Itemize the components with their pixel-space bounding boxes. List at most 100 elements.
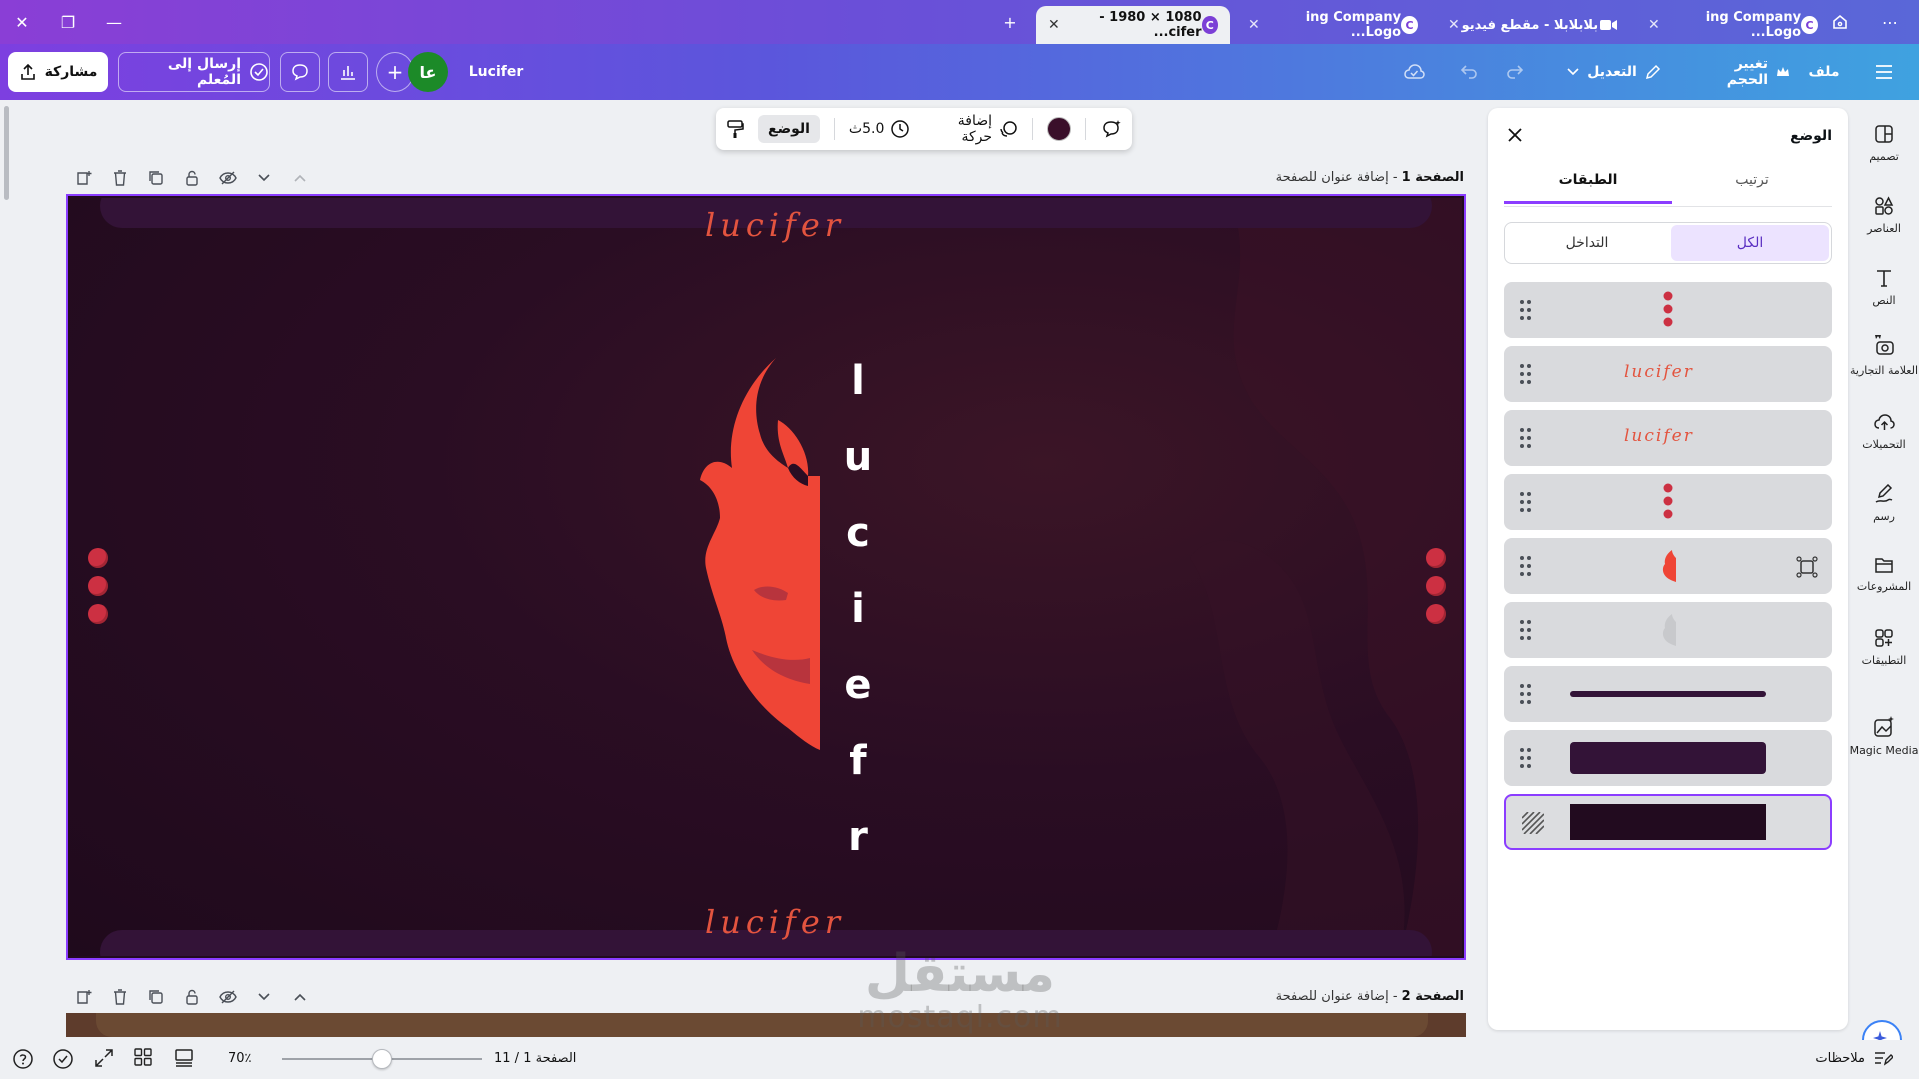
- browser-tab[interactable]: بلابلابلا - مقطع فيديو ✕: [1436, 6, 1630, 44]
- position-button[interactable]: الوضع: [758, 115, 820, 143]
- zoom-level[interactable]: 70٪: [228, 1051, 252, 1066]
- tab-close-icon[interactable]: ✕: [1048, 17, 1060, 33]
- layer-item-background-selected[interactable]: [1504, 794, 1832, 850]
- drag-handle-icon[interactable]: [1520, 556, 1532, 576]
- hamburger-icon[interactable]: [1868, 52, 1900, 92]
- duplicate-icon[interactable]: [146, 987, 166, 1007]
- tab-title: 1080 × 1980 - cifer...: [1099, 10, 1202, 40]
- insights-button[interactable]: [328, 52, 368, 92]
- home-icon[interactable]: [1828, 10, 1852, 34]
- undo-icon[interactable]: [1454, 52, 1484, 92]
- chevron-up-icon[interactable]: [290, 168, 310, 188]
- cloud-saved-icon[interactable]: [1396, 52, 1432, 92]
- layer-item[interactable]: [1504, 602, 1832, 658]
- rail-design[interactable]: تصميم: [1849, 124, 1919, 163]
- drag-handle-icon[interactable]: [1520, 364, 1532, 384]
- rail-text[interactable]: النص: [1849, 268, 1919, 307]
- add-note-icon[interactable]: [74, 168, 94, 188]
- design-title[interactable]: Lucifer: [466, 52, 526, 92]
- tab-layers[interactable]: الطبقات: [1504, 172, 1672, 204]
- decor-dot: [1426, 576, 1446, 596]
- animate-button[interactable]: إضافة حركة: [924, 113, 1018, 145]
- duration-button[interactable]: 5.0ث: [849, 119, 910, 139]
- layer-item[interactable]: lucifer: [1504, 410, 1832, 466]
- more-icon[interactable]: ⋯: [1878, 10, 1902, 34]
- page-view-icon[interactable]: [174, 1048, 196, 1070]
- file-menu-button[interactable]: ملف: [1802, 52, 1846, 92]
- page-2-canvas-preview[interactable]: [66, 1013, 1466, 1037]
- drag-handle-icon[interactable]: [1520, 620, 1532, 640]
- hide-icon[interactable]: [218, 987, 238, 1007]
- rail-magic-media[interactable]: Magic Media: [1849, 716, 1919, 757]
- drag-handle-icon[interactable]: [1520, 428, 1532, 448]
- paint-roller-icon[interactable]: [726, 119, 744, 139]
- tab-close-icon[interactable]: ✕: [1448, 17, 1460, 33]
- avatar[interactable]: عا: [408, 52, 448, 92]
- color-swatch[interactable]: [1047, 117, 1072, 141]
- fullscreen-icon[interactable]: [94, 1048, 116, 1070]
- hide-icon[interactable]: [218, 168, 238, 188]
- lock-icon[interactable]: [182, 987, 202, 1007]
- new-tab-button[interactable]: +: [998, 10, 1022, 34]
- page-indicator[interactable]: الصفحة 1 / 11: [494, 1051, 576, 1066]
- trash-icon[interactable]: [110, 168, 130, 188]
- window-close-icon[interactable]: ✕: [10, 10, 34, 34]
- redo-icon[interactable]: [1500, 52, 1530, 92]
- drag-handle-icon[interactable]: [1520, 300, 1532, 320]
- layer-item[interactable]: lucifer: [1504, 346, 1832, 402]
- add-note-icon[interactable]: [74, 987, 94, 1007]
- share-button[interactable]: مشاركة: [8, 52, 108, 92]
- trash-icon[interactable]: [110, 987, 130, 1007]
- layer-item[interactable]: [1504, 538, 1832, 594]
- grid-view-icon[interactable]: [134, 1048, 156, 1070]
- chevron-down-icon[interactable]: [254, 168, 274, 188]
- duplicate-icon[interactable]: [146, 168, 166, 188]
- decor-dot: [88, 576, 108, 596]
- edit-menu-button[interactable]: التعديل: [1560, 52, 1668, 92]
- chevron-down-icon[interactable]: [254, 987, 274, 1007]
- browser-tab-active[interactable]: C 1080 × 1980 - cifer... ✕: [1036, 6, 1230, 44]
- group-icon[interactable]: [1796, 556, 1818, 578]
- chevron-up-icon[interactable]: [290, 987, 310, 1007]
- close-icon[interactable]: [1506, 126, 1528, 148]
- rail-apps[interactable]: التطبيقات: [1849, 628, 1919, 667]
- drag-handle-icon[interactable]: [1520, 684, 1532, 704]
- comment-button[interactable]: [280, 52, 320, 92]
- layer-item[interactable]: [1504, 282, 1832, 338]
- filter-overlap[interactable]: التداخل: [1507, 225, 1667, 261]
- window-minimize-icon[interactable]: —: [102, 10, 126, 34]
- rail-elements[interactable]: العناصر: [1849, 196, 1919, 235]
- ai-edit-icon[interactable]: [1100, 119, 1122, 139]
- drag-handle-icon[interactable]: [1520, 748, 1532, 768]
- tab-arrange[interactable]: ترتيب: [1672, 172, 1832, 204]
- page-2-title[interactable]: الصفحة 2 - إضافة عنوان للصفحة: [1276, 989, 1464, 1004]
- browser-tab[interactable]: C ing Company Logo... ✕: [1636, 6, 1830, 44]
- rail-brand[interactable]: العلامة التجارية: [1849, 334, 1919, 377]
- resize-button[interactable]: تغيير الحجم: [1690, 52, 1790, 92]
- layer-item[interactable]: [1504, 666, 1832, 722]
- layer-item[interactable]: [1504, 730, 1832, 786]
- drag-handle-icon[interactable]: [1520, 492, 1532, 512]
- browser-tab[interactable]: C ing Company Logo... ✕: [1236, 6, 1430, 44]
- tab-title: ing Company Logo...: [1705, 10, 1802, 40]
- tab-close-icon[interactable]: ✕: [1248, 17, 1260, 33]
- help-icon[interactable]: [12, 1048, 34, 1070]
- check-circle-icon[interactable]: [52, 1048, 74, 1070]
- tab-close-icon[interactable]: ✕: [1648, 17, 1660, 33]
- lock-icon[interactable]: [182, 168, 202, 188]
- rail-projects[interactable]: المشروعات: [1849, 556, 1919, 593]
- rail-uploads[interactable]: التحميلات: [1849, 412, 1919, 451]
- filter-overlap-label: التداخل: [1565, 235, 1609, 251]
- rail-draw[interactable]: رسم: [1849, 484, 1919, 523]
- send-to-teacher-button[interactable]: إرسال إلى المُعلم: [118, 52, 270, 92]
- vertical-scrollbar[interactable]: [4, 106, 9, 200]
- layer-thumb-line: [1570, 691, 1766, 697]
- design-canvas[interactable]: lucifer lucifer l u c i e f r: [66, 194, 1466, 960]
- layer-thumb-logo-faded: [1662, 614, 1676, 646]
- layer-item[interactable]: [1504, 474, 1832, 530]
- filter-all[interactable]: الكل: [1671, 225, 1829, 261]
- notes-button[interactable]: ملاحظات: [1815, 1049, 1893, 1067]
- page-1-title[interactable]: الصفحة 1 - إضافة عنوان للصفحة: [1276, 170, 1464, 185]
- window-restore-icon[interactable]: ❐: [56, 10, 80, 34]
- zoom-slider-thumb[interactable]: [372, 1049, 392, 1069]
